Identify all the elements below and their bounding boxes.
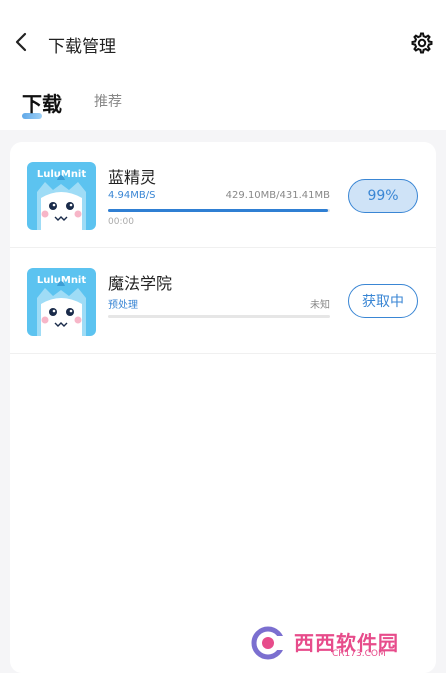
progress-button[interactable]: 99% <box>348 179 418 213</box>
settings-button[interactable] <box>410 31 434 55</box>
watermark-domain: CR173.COM <box>332 649 386 659</box>
top-bar: 下载管理 <box>0 0 446 86</box>
download-list: LuluMnit 蓝精灵 4.94MB/S 429.10MB/431.41MB … <box>10 142 436 673</box>
gear-icon <box>411 32 433 54</box>
page-title: 下载管理 <box>48 37 116 57</box>
app-icon-magic-academy: LuluMnit <box>27 268 96 336</box>
watermark-logo-icon <box>251 626 290 660</box>
download-size: 未知 <box>310 300 330 311</box>
progress-fill <box>108 209 328 212</box>
tab-recommend[interactable]: 推荐 <box>94 91 122 111</box>
download-item[interactable]: LuluMnit 蓝精灵 4.94MB/S 429.10MB/431.41MB … <box>10 142 436 248</box>
back-button[interactable] <box>12 30 34 54</box>
remaining-time: 00:00 <box>108 217 134 227</box>
app-name: 魔法学院 <box>108 274 173 293</box>
download-size: 429.10MB/431.41MB <box>225 190 330 201</box>
download-status: 预处理 <box>108 300 138 311</box>
download-item[interactable]: LuluMnit 魔法学院 预处理 未知 获取中 <box>10 248 436 354</box>
watermark: 西西软件园 CR173.COM <box>246 623 426 663</box>
tab-download[interactable]: 下载 <box>22 88 62 117</box>
download-speed: 4.94MB/S <box>108 190 156 201</box>
app-name: 蓝精灵 <box>108 168 157 187</box>
progress-track <box>108 209 330 212</box>
chevron-left-icon <box>15 32 27 52</box>
tab-bar: 下载 推荐 <box>0 80 446 128</box>
fetching-button[interactable]: 获取中 <box>348 284 418 318</box>
progress-track <box>108 315 330 318</box>
app-icon-smurfs: LuluMnit <box>27 162 96 230</box>
